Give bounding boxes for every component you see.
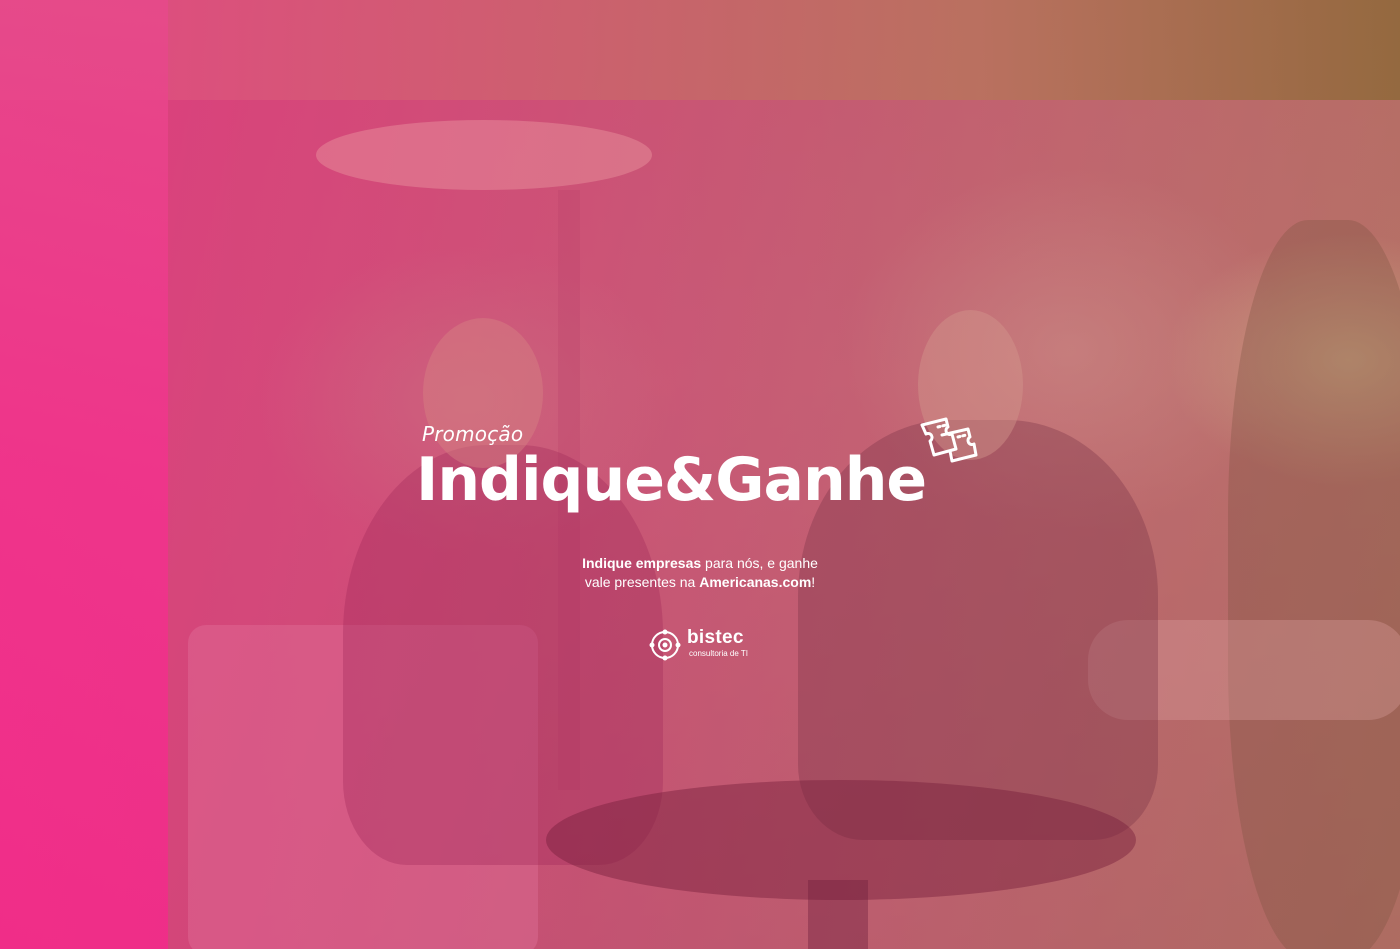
promo-headline: Indique&Ganhe [416,445,927,515]
description-bold-2: Americanas.com [699,574,812,590]
description-line-2: vale presentes na Americanas.com! [500,573,900,592]
lamp-shape [316,120,652,190]
ticket-icon [920,417,978,463]
blurred-left-strip [0,0,168,949]
bistec-logo: bistec consultoria de TI [649,627,769,665]
background-photo [168,100,1400,949]
logo-name: bistec [687,627,744,648]
banner: Promoção Indique&Ganhe Indique empresas … [0,0,1400,949]
description-text-2: vale presentes na [584,574,700,590]
description-line-1: Indique empresas para nós, e ganhe [500,554,900,573]
bistec-logo-mark-icon [649,629,681,661]
description-text-3: ! [811,574,816,590]
description-bold-1: Indique empresas [582,555,702,571]
logo-tagline: consultoria de TI [689,649,748,658]
blurred-top-band [0,0,1400,100]
right-person-silhouette [1228,220,1400,949]
table-leg-shape [808,880,868,949]
promo-label: Promoção [422,422,524,446]
promo-description: Indique empresas para nós, e ganhe vale … [500,554,900,592]
description-text-1: para nós, e ganhe [701,555,818,571]
